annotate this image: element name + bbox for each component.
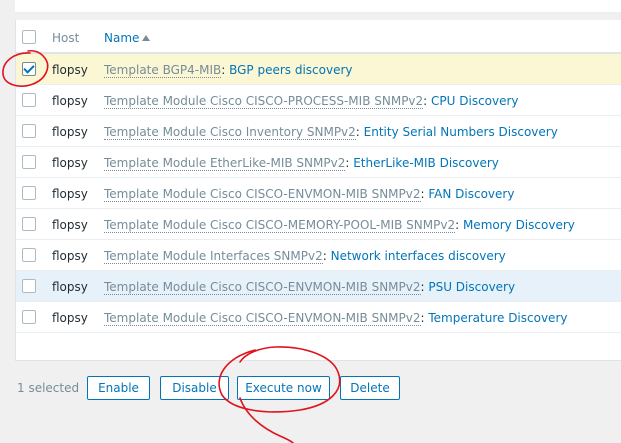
column-header-name[interactable]: Name [104,31,151,45]
row-checkbox[interactable] [22,248,36,262]
rule-link[interactable]: EtherLike-MIB Discovery [353,156,499,170]
name-separator: : [221,63,230,77]
sort-ascending-icon [142,35,151,41]
name-cell: Template BGP4-MIB: BGP peers discovery [104,63,353,78]
selected-count: 1 selected [17,381,80,395]
template-link[interactable]: Template Module Cisco CISCO-PROCESS-MIB … [104,94,424,109]
column-header-host: Host [52,31,80,45]
action-bar: 1 selected Enable Disable Execute now De… [15,361,621,443]
rule-link[interactable]: Memory Discovery [463,218,575,232]
row-checkbox[interactable] [22,310,36,324]
disable-button[interactable]: Disable [160,376,229,400]
rule-link[interactable]: CPU Discovery [431,94,519,108]
host-cell: flopsy [52,187,88,201]
name-separator: : [355,125,364,139]
execute-now-button[interactable]: Execute now [237,376,330,400]
row-checkbox[interactable] [22,93,36,107]
name-cell: Template Module Cisco CISCO-ENVMON-MIB S… [104,187,514,202]
rule-link[interactable]: Entity Serial Numbers Discovery [364,125,558,139]
template-link[interactable]: Template Module Cisco CISCO-ENVMON-MIB S… [104,280,421,295]
host-cell: flopsy [52,249,88,263]
discovery-rules-table: Host Name flopsy Template BGP4-MIB: BGP … [15,20,621,361]
name-cell: Template Module Cisco CISCO-ENVMON-MIB S… [104,311,567,326]
host-cell: flopsy [52,156,88,170]
table-row: flopsy Template Module Cisco Inventory S… [16,116,621,147]
table-row: flopsy Template Module Cisco CISCO-PROCE… [16,85,621,116]
table-row: flopsy Template Module Cisco CISCO-ENVMO… [16,178,621,209]
row-checkbox[interactable] [22,124,36,138]
row-checkbox[interactable] [22,217,36,231]
table-row: flopsy Template Module Cisco CISCO-ENVMO… [16,271,621,302]
host-cell: flopsy [52,311,88,325]
enable-button[interactable]: Enable [87,376,150,400]
name-cell: Template Module Cisco Inventory SNMPv2: … [104,125,558,140]
name-separator: : [322,249,331,263]
row-checkbox[interactable] [22,62,36,76]
host-cell: flopsy [52,125,88,139]
template-link[interactable]: Template Module Cisco CISCO-MEMORY-POOL-… [104,218,456,233]
row-checkbox[interactable] [22,186,36,200]
template-link[interactable]: Template BGP4-MIB [104,63,222,78]
table-row: flopsy Template Module EtherLike-MIB SNM… [16,147,621,178]
delete-button[interactable]: Delete [340,376,400,400]
name-cell: Template Module Cisco CISCO-ENVMON-MIB S… [104,280,515,295]
table-row: flopsy Template Module Interfaces SNMPv2… [16,240,621,271]
name-separator: : [423,94,432,108]
host-cell: flopsy [52,63,88,77]
table-header: Host Name [16,22,621,54]
template-link[interactable]: Template Module Cisco Inventory SNMPv2 [104,125,356,140]
name-cell: Template Module Cisco CISCO-MEMORY-POOL-… [104,218,575,233]
template-link[interactable]: Template Module Interfaces SNMPv2 [104,249,323,264]
top-panel-edge [15,0,621,13]
name-cell: Template Module Cisco CISCO-PROCESS-MIB … [104,94,519,109]
rule-link[interactable]: FAN Discovery [428,187,514,201]
table-row: flopsy Template Module Cisco CISCO-MEMOR… [16,209,621,240]
name-separator: : [455,218,463,232]
name-cell: Template Module Interfaces SNMPv2: Netwo… [104,249,506,264]
rule-link[interactable]: Network interfaces discovery [331,249,506,263]
rule-link[interactable]: BGP peers discovery [229,63,352,77]
table-row: flopsy Template BGP4-MIB: BGP peers disc… [16,54,621,85]
host-cell: flopsy [52,94,88,108]
template-link[interactable]: Template Module EtherLike-MIB SNMPv2 [104,156,346,171]
table-row: flopsy Template Module Cisco CISCO-ENVMO… [16,302,621,333]
rule-link[interactable]: Temperature Discovery [428,311,567,325]
select-all-checkbox[interactable] [22,30,36,44]
host-cell: flopsy [52,218,88,232]
column-header-name-label: Name [104,31,140,45]
name-cell: Template Module EtherLike-MIB SNMPv2: Et… [104,156,499,171]
template-link[interactable]: Template Module Cisco CISCO-ENVMON-MIB S… [104,311,421,326]
row-checkbox[interactable] [22,279,36,293]
template-link[interactable]: Template Module Cisco CISCO-ENVMON-MIB S… [104,187,421,202]
row-checkbox[interactable] [22,155,36,169]
host-cell: flopsy [52,280,88,294]
rule-link[interactable]: PSU Discovery [428,280,515,294]
